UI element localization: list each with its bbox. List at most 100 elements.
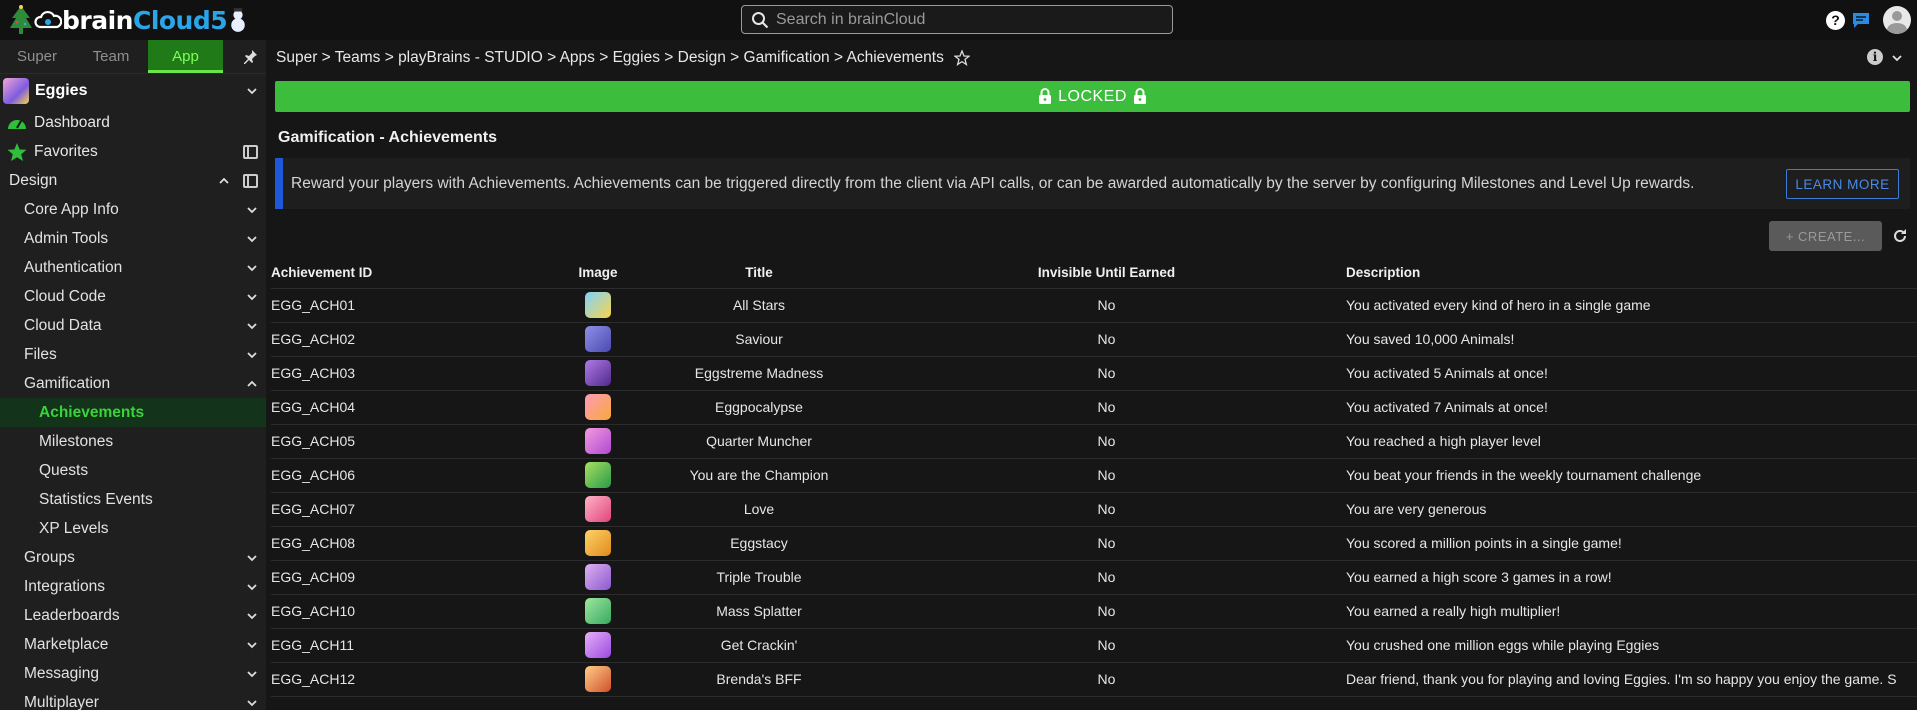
sidebar-item-label: Files xyxy=(24,345,57,363)
braincloud-logo[interactable]: brainCloud5 xyxy=(8,2,249,38)
chevron-down-icon[interactable] xyxy=(1891,52,1903,64)
achievement-thumbnail[interactable] xyxy=(585,292,611,318)
cell-image xyxy=(568,288,628,323)
sidebar-item-xp-levels[interactable]: XP Levels xyxy=(0,514,266,543)
user-avatar[interactable] xyxy=(1883,6,1911,34)
side-panel-icon[interactable] xyxy=(243,173,258,188)
sidebar-item-groups[interactable]: Groups xyxy=(0,543,266,572)
sidebar-item-messaging[interactable]: Messaging xyxy=(0,659,266,688)
cell-image xyxy=(568,492,628,527)
sidebar-item-cloud-data[interactable]: Cloud Data xyxy=(0,311,266,340)
sidebar-item-cloud-code[interactable]: Cloud Code xyxy=(0,282,266,311)
sidebar-item-quests[interactable]: Quests xyxy=(0,456,266,485)
table-row[interactable]: EGG_ACH11 Get Crackin' No You crushed one m… xyxy=(271,628,1917,663)
table-row[interactable]: EGG_ACH05 Quarter Muncher No You reached a … xyxy=(271,424,1917,459)
chat-icon[interactable] xyxy=(1851,10,1871,30)
refresh-icon[interactable] xyxy=(1892,228,1908,244)
cell-achievement-id: EGG_ACH02 xyxy=(271,322,568,357)
tab-super[interactable]: Super xyxy=(0,40,74,73)
cell-invisible: No xyxy=(890,628,1323,663)
achievement-thumbnail[interactable] xyxy=(585,360,611,386)
column-header-invisible[interactable]: Invisible Until Earned xyxy=(890,258,1323,289)
achievement-thumbnail[interactable] xyxy=(585,394,611,420)
sidebar-tabs: Super Team App xyxy=(0,40,266,74)
achievement-thumbnail[interactable] xyxy=(585,530,611,556)
create-button[interactable]: + CREATE... xyxy=(1769,221,1882,251)
cell-invisible: No xyxy=(890,560,1323,595)
locked-banner[interactable]: LOCKED xyxy=(275,81,1910,112)
cell-description: You beat your friends in the weekly tour… xyxy=(1323,458,1917,493)
sidebar-item-marketplace[interactable]: Marketplace xyxy=(0,630,266,659)
table-row[interactable]: EGG_ACH07 Love No You are very generous xyxy=(271,492,1917,527)
cell-description: You saved 10,000 Animals! xyxy=(1323,322,1917,357)
achievement-thumbnail[interactable] xyxy=(585,632,611,658)
achievement-thumbnail[interactable] xyxy=(585,428,611,454)
table-row[interactable]: EGG_ACH08 Eggstacy No You scored a million … xyxy=(271,526,1917,561)
sidebar-item-design[interactable]: Design xyxy=(0,166,266,195)
column-header-title[interactable]: Title xyxy=(628,258,890,289)
cell-invisible: No xyxy=(890,424,1323,459)
table-row[interactable]: EGG_ACH01 All Stars No You activated every … xyxy=(271,288,1917,323)
column-header-image[interactable]: Image xyxy=(568,258,628,289)
sidebar-item-integrations[interactable]: Integrations xyxy=(0,572,266,601)
table-row[interactable]: EGG_ACH04 Eggpocalypse No You activated 7 A… xyxy=(271,390,1917,425)
app-selector[interactable]: Eggies xyxy=(0,74,266,108)
breadcrumb-text[interactable]: Super > Teams > playBrains - STUDIO > Ap… xyxy=(276,49,944,67)
app-name: Eggies xyxy=(35,82,88,99)
table-row[interactable]: EGG_ACH02 Saviour No You saved 10,000 Anima… xyxy=(271,322,1917,357)
sidebar-item-achievements[interactable]: Achievements xyxy=(0,398,266,427)
sidebar-item-statistics-events[interactable]: Statistics Events xyxy=(0,485,266,514)
cell-achievement-id: EGG_ACH01 xyxy=(271,288,568,323)
sidebar-item-label: Marketplace xyxy=(24,635,109,653)
chevron-down-icon xyxy=(247,554,257,561)
side-panel-icon[interactable] xyxy=(243,144,258,159)
achievement-thumbnail[interactable] xyxy=(585,564,611,590)
sidebar-item-admin-tools[interactable]: Admin Tools xyxy=(0,224,266,253)
table-row[interactable]: EGG_ACH06 You are the Champion No You beat … xyxy=(271,458,1917,493)
sidebar-item-milestones[interactable]: Milestones xyxy=(0,427,266,456)
cell-image xyxy=(568,560,628,595)
table-row[interactable]: EGG_ACH03 Eggstreme Madness No You activate… xyxy=(271,356,1917,391)
tab-app[interactable]: App xyxy=(148,40,223,73)
sidebar-item-dashboard[interactable]: Dashboard xyxy=(0,108,266,137)
sidebar-item-label: Cloud Data xyxy=(24,316,102,334)
cell-title: Eggpocalypse xyxy=(628,390,890,425)
cell-image xyxy=(568,662,628,697)
table-row[interactable]: EGG_ACH12 Brenda's BFF No Dear friend, than… xyxy=(271,662,1917,697)
cell-description: Dear friend, thank you for playing and l… xyxy=(1323,662,1917,697)
achievement-thumbnail[interactable] xyxy=(585,326,611,352)
search-input[interactable]: Search in brainCloud xyxy=(741,5,1173,34)
sidebar-item-favorites[interactable]: Favorites xyxy=(0,137,266,166)
favorite-star-icon[interactable] xyxy=(953,50,970,66)
tab-team[interactable]: Team xyxy=(74,40,148,73)
sidebar-item-gamification[interactable]: Gamification xyxy=(0,369,266,398)
achievement-thumbnail[interactable] xyxy=(585,496,611,522)
table-row[interactable]: EGG_ACH09 Triple Trouble No You earned a hi… xyxy=(271,560,1917,595)
logo-text: brainCloud5 xyxy=(62,5,228,35)
table-header-row: Achievement ID Image Title Invisible Unt… xyxy=(271,258,1917,289)
sidebar-item-multiplayer[interactable]: Multiplayer xyxy=(0,688,266,710)
achievement-thumbnail[interactable] xyxy=(585,598,611,624)
cell-title: Get Crackin' xyxy=(628,628,890,663)
achievement-thumbnail[interactable] xyxy=(585,462,611,488)
learn-more-button[interactable]: LEARN MORE xyxy=(1786,169,1899,199)
sidebar-item-leaderboards[interactable]: Leaderboards xyxy=(0,601,266,630)
pin-icon[interactable] xyxy=(242,49,258,65)
table-row[interactable]: EGG_ACH10 Mass Splatter No You earned a rea… xyxy=(271,594,1917,629)
sidebar-item-authentication[interactable]: Authentication xyxy=(0,253,266,282)
column-header-id[interactable]: Achievement ID xyxy=(271,258,568,289)
help-icon[interactable]: ? xyxy=(1826,10,1845,30)
column-header-description[interactable]: Description xyxy=(1323,258,1917,289)
sidebar-item-label: Messaging xyxy=(24,664,99,682)
sidebar-item-core-app-info[interactable]: Core App Info xyxy=(0,195,266,224)
info-icon[interactable]: i xyxy=(1867,49,1883,65)
chevron-down-icon xyxy=(247,206,257,213)
achievement-thumbnail[interactable] xyxy=(585,666,611,692)
cell-image xyxy=(568,526,628,561)
cell-achievement-id: EGG_ACH12 xyxy=(271,662,568,697)
sidebar-item-label: Core App Info xyxy=(24,200,119,218)
snowman-icon xyxy=(231,8,245,32)
sidebar-item-label: Cloud Code xyxy=(24,287,106,305)
cell-description: You scored a million points in a single … xyxy=(1323,526,1917,561)
sidebar-item-files[interactable]: Files xyxy=(0,340,266,369)
